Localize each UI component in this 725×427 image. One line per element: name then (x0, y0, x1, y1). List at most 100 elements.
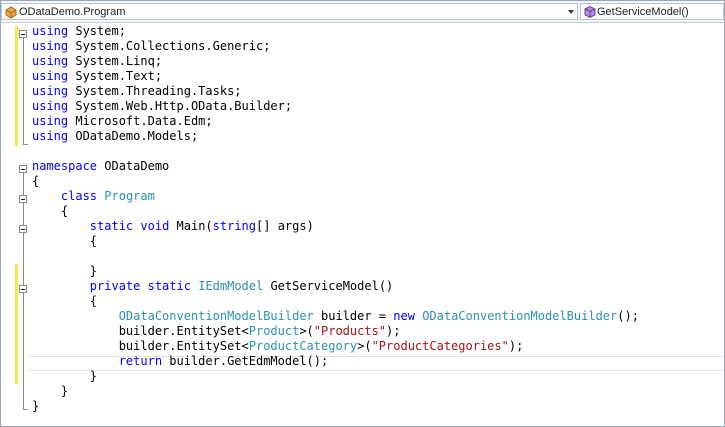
code-line[interactable]: namespace ODataDemo (32, 159, 169, 174)
keyword-token: new (393, 309, 415, 323)
code-line[interactable]: { (32, 174, 39, 189)
code-line[interactable]: { (32, 294, 97, 309)
collapse-toggle[interactable] (19, 225, 27, 233)
code-line[interactable]: } (32, 369, 97, 384)
type-token: Product (248, 324, 300, 338)
code-line[interactable]: class Program (32, 189, 155, 204)
code-token: System.Text; (68, 69, 163, 83)
keyword-token: using (32, 129, 69, 143)
keyword-token: using (32, 24, 69, 38)
keyword-token: static (147, 279, 191, 293)
code-token: Main( (169, 219, 213, 233)
type-token: ProductCategory (248, 339, 358, 353)
keyword-token: static (89, 219, 134, 233)
code-line[interactable]: } (32, 399, 39, 414)
type-token: Program (104, 189, 155, 203)
code-token: } (32, 384, 69, 398)
keyword-token: using (32, 114, 69, 128)
code-token: builder = (313, 309, 394, 323)
code-token: ); (386, 324, 401, 338)
code-token: { (32, 204, 69, 218)
member-dropdown[interactable]: GetServiceModel() (580, 3, 724, 20)
keyword-token: string (212, 219, 257, 233)
code-token: ODataDemo (97, 159, 170, 173)
code-token: System; (68, 24, 126, 38)
keyword-token: return (118, 354, 163, 368)
code-token: >( (357, 339, 372, 353)
type-dropdown[interactable]: ODataDemo.Program (1, 3, 578, 20)
member-dropdown-label: GetServiceModel() (597, 6, 689, 18)
change-marker (15, 26, 18, 146)
code-token: System.Collections.Generic; (68, 39, 271, 53)
code-line[interactable]: using Microsoft.Data.Edm; (32, 114, 213, 129)
keyword-token: using (32, 99, 69, 113)
keyword-token: using (32, 54, 69, 68)
code-token: Microsoft.Data.Edm; (68, 114, 213, 128)
outline-guide (23, 34, 24, 144)
keyword-token: using (32, 39, 69, 53)
code-token: System.Linq; (68, 54, 163, 68)
code-line[interactable]: using System; (32, 24, 126, 39)
code-token: (); (617, 309, 639, 323)
code-line[interactable]: builder.EntitySet<Product>("Products"); (32, 324, 401, 339)
code-line[interactable]: using System.Text; (32, 69, 162, 84)
code-token: } (32, 369, 98, 383)
code-token: } (32, 264, 98, 278)
code-line[interactable]: } (32, 384, 68, 399)
code-line[interactable]: { (32, 234, 97, 249)
code-token: builder.EntitySet< (32, 339, 249, 353)
keyword-token: namespace (32, 159, 98, 173)
string-token: "ProductCategories" (371, 339, 509, 353)
code-editor[interactable]: using System; using System.Collections.Ge… (1, 23, 724, 426)
code-line[interactable]: ODataConventionModelBuilder builder = ne… (32, 309, 639, 324)
code-line[interactable]: } (32, 264, 97, 279)
code-line[interactable]: { (32, 204, 68, 219)
code-token: } (32, 399, 40, 413)
type-token: ODataConventionModelBuilder (118, 309, 314, 323)
code-line[interactable]: using System.Collections.Generic; (32, 39, 270, 54)
outline-guide (23, 409, 28, 410)
collapse-toggle[interactable] (19, 195, 27, 203)
class-icon (4, 5, 18, 19)
code-line[interactable]: using System.Threading.Tasks; (32, 84, 242, 99)
code-token: builder.EntitySet< (32, 324, 249, 338)
code-line[interactable]: return builder.GetEdmModel(); (32, 354, 329, 369)
chevron-down-icon[interactable] (568, 10, 574, 14)
collapse-toggle[interactable] (19, 30, 27, 38)
collapse-toggle[interactable] (19, 285, 27, 293)
keyword-token: using (32, 69, 69, 83)
keyword-token: void (140, 219, 170, 233)
code-token: >( (299, 324, 314, 338)
code-line[interactable]: static void Main(string[] args) (32, 219, 314, 234)
code-token: System.Web.Http.OData.Builder; (68, 99, 293, 113)
collapse-toggle[interactable] (19, 165, 27, 173)
string-token: "Products" (313, 324, 387, 338)
code-token: [] args) (256, 219, 314, 233)
keyword-token: private (89, 279, 141, 293)
code-token: GetServiceModel() (263, 279, 394, 293)
code-line[interactable]: using ODataDemo.Models; (32, 129, 198, 144)
code-line[interactable]: private static IEdmModel GetServiceModel… (32, 279, 393, 294)
code-token: System.Threading.Tasks; (68, 84, 242, 98)
code-token: builder.GetEdmModel(); (162, 354, 329, 368)
change-marker (15, 264, 18, 384)
method-icon (583, 5, 597, 19)
code-token: { (32, 294, 98, 308)
code-token: { (32, 174, 40, 188)
type-token: ODataConventionModelBuilder (422, 309, 618, 323)
navigation-bar: ODataDemo.Program GetServiceModel() (1, 1, 724, 23)
code-line[interactable]: builder.EntitySet<ProductCategory>("Prod… (32, 339, 524, 354)
code-token: ); (508, 339, 524, 353)
keyword-token: using (32, 84, 69, 98)
code-line[interactable]: using System.Linq; (32, 54, 162, 69)
outline-guide (23, 144, 28, 145)
code-line[interactable]: using System.Web.Http.OData.Builder; (32, 99, 292, 114)
type-dropdown-label: ODataDemo.Program (19, 6, 126, 18)
keyword-token: class (60, 189, 98, 203)
